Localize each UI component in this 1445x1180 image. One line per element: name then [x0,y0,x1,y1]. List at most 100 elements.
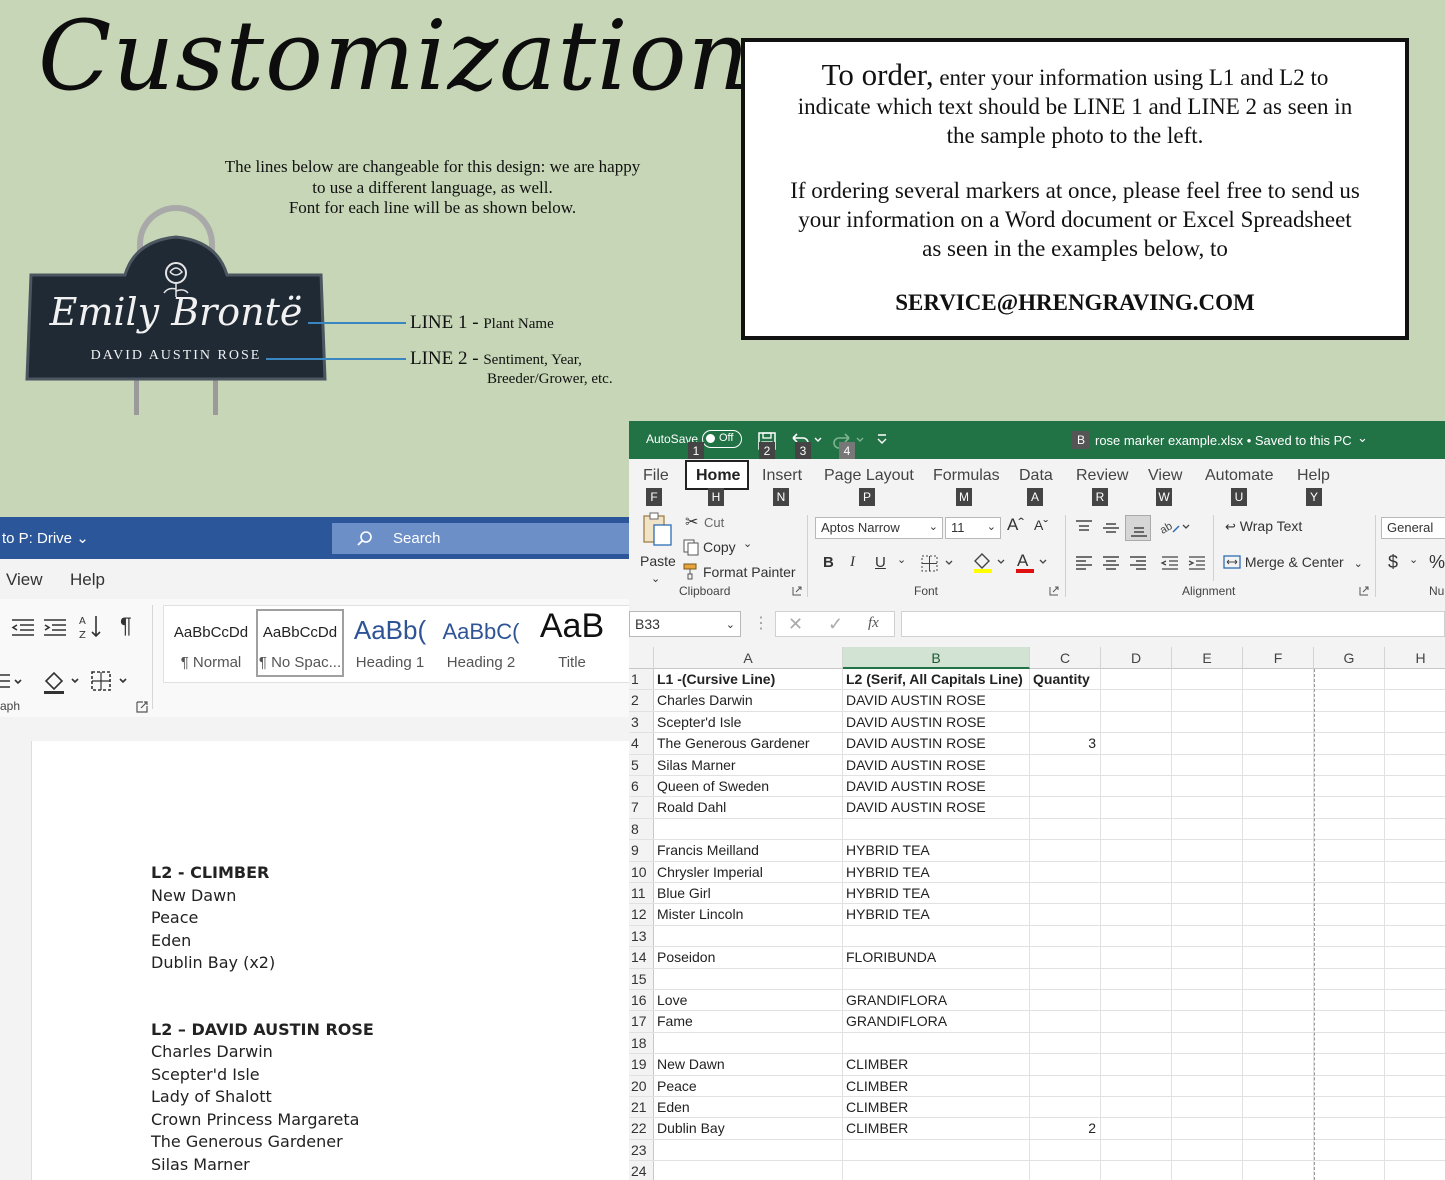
cell-b[interactable]: DAVID AUSTIN ROSE [843,690,1030,711]
cell-empty[interactable] [1314,733,1385,754]
cell-a[interactable]: Mister Lincoln [654,904,843,925]
cell-empty[interactable] [1172,776,1243,797]
save-location-button[interactable]: to P: Drive ⌄ [2,529,89,547]
cell-empty[interactable] [1385,1140,1445,1160]
column-header[interactable]: E [1172,647,1243,669]
orientation-icon[interactable]: ab [1159,516,1193,538]
cell-empty[interactable] [1172,1075,1243,1096]
tab-file[interactable]: File [643,467,669,485]
tab-formulas[interactable]: Formulas [933,467,1000,485]
cell-empty[interactable] [1314,840,1385,861]
column-header[interactable]: H [1385,647,1445,669]
cell-b[interactable]: DAVID AUSTIN ROSE [843,776,1030,797]
cell-empty[interactable] [1243,861,1314,882]
column-header[interactable]: D [1101,647,1172,669]
cell-empty[interactable] [1385,969,1445,989]
cell-empty[interactable] [1172,818,1243,840]
cell-empty[interactable] [1314,1032,1385,1054]
cell-empty[interactable] [1101,904,1172,925]
cell-empty[interactable] [1314,797,1385,818]
cell-b[interactable]: GRANDIFLORA [843,990,1030,1011]
dialog-launcher-icon[interactable] [136,701,148,713]
row-header[interactable]: 24 [629,1161,654,1180]
row-header[interactable]: 17 [629,1011,654,1032]
number-format-dropdown[interactable]: General [1381,517,1445,539]
paste-label[interactable]: Paste [640,553,676,569]
cell-empty[interactable] [1385,1118,1445,1138]
row-header[interactable]: 5 [629,754,654,775]
cell-empty[interactable] [1101,1161,1172,1180]
cell-c[interactable] [1030,840,1101,861]
merge-center-button[interactable]: Merge & Center ⌄ [1223,554,1363,570]
menu-view[interactable]: View [6,570,43,590]
cut-label[interactable]: Cut [704,515,724,530]
cell-empty[interactable] [1314,968,1385,989]
cell-b[interactable] [843,968,1030,989]
cell-empty[interactable] [1172,1097,1243,1118]
tab-page-layout[interactable]: Page Layout [824,467,914,485]
cell-a[interactable] [654,1032,843,1054]
style-heading-1[interactable]: AaBb( Heading 1 [348,609,432,677]
align-bottom-button[interactable] [1125,515,1151,541]
row-header[interactable]: 1 [629,669,654,690]
cell-empty[interactable] [1243,990,1314,1011]
style-no-spacing[interactable]: AaBbCcDd ¶ No Spac... [256,609,344,677]
cell-b[interactable]: FLORIBUNDA [843,947,1030,968]
word-document-page[interactable]: L2 - CLIMBER New Dawn Peace Eden Dublin … [31,741,629,1180]
cell-empty[interactable] [1172,754,1243,775]
cell-b[interactable] [843,925,1030,947]
borders-icon[interactable] [90,669,130,695]
cell-empty[interactable] [1243,1032,1314,1054]
increase-indent-icon[interactable] [42,617,68,639]
cell-empty[interactable] [1243,711,1314,733]
cell-empty[interactable] [1314,1161,1385,1180]
cell-c[interactable] [1030,776,1101,797]
tab-insert[interactable]: Insert [762,467,802,485]
cell-empty[interactable] [1314,990,1385,1011]
style-heading-2[interactable]: AaBbC( Heading 2 [438,609,524,677]
cell-a[interactable]: Roald Dahl [654,797,843,818]
tab-data[interactable]: Data [1019,467,1053,485]
cell-c[interactable] [1030,1161,1101,1180]
cell-empty[interactable] [1101,1097,1172,1118]
cell-empty[interactable] [1243,904,1314,925]
cell-empty[interactable] [1101,1075,1172,1096]
cell-a[interactable]: Scepter'd Isle [654,711,843,733]
select-all-corner[interactable] [629,647,654,669]
enter-icon[interactable]: ✓ [828,614,843,635]
cell-empty[interactable] [1385,733,1445,753]
cell-empty[interactable] [1101,840,1172,861]
dialog-launcher-icon[interactable] [1359,586,1369,596]
cell-empty[interactable] [1385,819,1445,839]
decrease-font-icon[interactable]: Aˇ [1034,517,1048,533]
decrease-indent-icon[interactable] [1160,553,1180,573]
tab-view[interactable]: View [1148,467,1182,485]
cell-empty[interactable] [1172,711,1243,733]
cell-empty[interactable] [1385,797,1445,817]
cell-c[interactable] [1030,968,1101,989]
column-header[interactable]: G [1314,647,1385,669]
cell-empty[interactable] [1314,904,1385,925]
cell-a[interactable]: Dublin Bay [654,1118,843,1139]
chevron-down-icon[interactable]: ⌄ [897,553,906,566]
cell-empty[interactable] [1385,862,1445,882]
cell-empty[interactable] [1314,1118,1385,1139]
cell-empty[interactable] [1101,1118,1172,1139]
cell-empty[interactable] [1172,1011,1243,1032]
customize-qat-icon[interactable] [875,432,889,446]
cell-b[interactable]: DAVID AUSTIN ROSE [843,711,1030,733]
cell-c[interactable] [1030,818,1101,840]
cell-c[interactable]: 3 [1030,733,1101,754]
cell-empty[interactable] [1314,861,1385,882]
cell-empty[interactable] [1101,947,1172,968]
cancel-icon[interactable]: ✕ [788,614,803,635]
row-header[interactable]: 20 [629,1075,654,1096]
cell-a[interactable] [654,1139,843,1161]
sort-icon[interactable]: AZ [78,613,104,641]
cell-b[interactable]: CLIMBER [843,1075,1030,1096]
cell-a[interactable] [654,818,843,840]
cell-empty[interactable] [1101,733,1172,754]
cell-empty[interactable] [1243,669,1314,690]
row-header[interactable]: 13 [629,925,654,947]
cell-empty[interactable] [1172,840,1243,861]
